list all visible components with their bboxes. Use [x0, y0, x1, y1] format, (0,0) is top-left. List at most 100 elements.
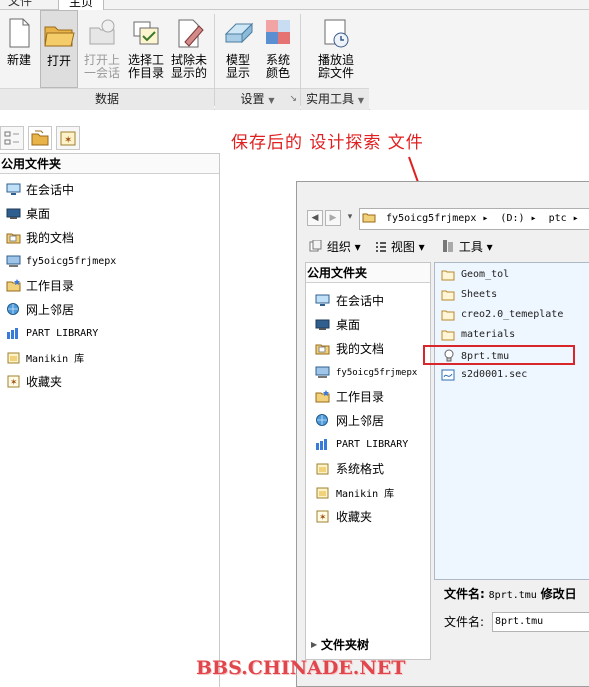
dialog-folder-part-library[interactable]: PART LIBRARY [306, 433, 430, 457]
dialog-folder-working-directory[interactable]: 工作目录 [306, 385, 430, 409]
file-list-item[interactable]: materials [435, 325, 589, 345]
dropdown-arrow-icon: ▼ [268, 96, 275, 105]
chevron-down-icon: ▾ [347, 212, 353, 222]
dialog-launcher-icon[interactable]: ↘ [289, 89, 297, 110]
dialog-folder-computer[interactable]: fy5oicg5frjmepx [306, 361, 430, 385]
documents-icon [315, 344, 330, 355]
open-button[interactable]: 打开 [40, 10, 78, 88]
forward-button[interactable]: ▶ [325, 210, 341, 226]
folder-browser-tab[interactable] [28, 126, 52, 150]
watermark: BBS.CHINADE.NET [196, 657, 406, 679]
file-list-item[interactable]: creo2.0_temeplate [435, 305, 589, 325]
folder-label: fy5oicg5frjmepx [26, 256, 117, 267]
desktop-icon [315, 319, 330, 330]
file-list-item-highlighted[interactable]: 8prt.tmu [423, 345, 575, 365]
sketch-file-icon [441, 369, 455, 381]
dialog-folder-favorites[interactable]: ✶ 收藏夹 [306, 505, 430, 529]
dialog-folder-system-formats[interactable]: 系统格式 [306, 457, 430, 481]
working-directory-icon [315, 390, 330, 403]
monitor-icon [6, 183, 21, 195]
folder-icon [316, 487, 329, 499]
favorites-icon: ✶ [316, 510, 329, 523]
dialog-common-folders-title: 公用文件夹 [306, 263, 430, 283]
dialog-folder-label: 在会话中 [336, 294, 385, 308]
folder-my-documents[interactable]: 我的文档 [0, 226, 219, 250]
model-tree-tab[interactable] [0, 126, 24, 150]
dialog-folder-desktop[interactable]: 桌面 [306, 313, 430, 337]
favorites-icon: ✶ [7, 375, 20, 388]
group-data-label: 数据 [94, 92, 119, 106]
dialog-folder-label: 工作目录 [336, 390, 385, 404]
folder-network[interactable]: 网上邻居 [0, 298, 219, 322]
system-colors-button[interactable]: 系统 颜色 [260, 10, 296, 88]
common-folders-title: 公用文件夹 [0, 154, 219, 174]
history-dropdown[interactable]: ▾ [343, 210, 357, 226]
file-open-dialog: ◀ ▶ ▾ fy5oicg5frjmepx ▸ (D:) ▸ ptc ▸ 组织 … [296, 181, 589, 687]
dialog-folder-label: Manikin 库 [336, 489, 395, 500]
menubar: 文件 主页 [0, 0, 589, 11]
new-label: 新建 [6, 53, 31, 67]
expand-triangle-icon: ▶ [311, 640, 318, 649]
erase-label-2: 显示的 [170, 66, 207, 80]
back-button[interactable]: ◀ [307, 210, 323, 226]
model-tree-icon [4, 131, 19, 145]
file-list: Geom_tol Sheets creo2.0_temeplate materi… [423, 262, 589, 580]
open-last-session-button[interactable]: 打开上 一会话 [82, 10, 122, 88]
folder-working-directory[interactable]: 工作目录 [0, 274, 219, 298]
file-menu-tab[interactable]: 文件 [0, 0, 40, 10]
play-trail-file-icon [324, 19, 349, 48]
breadcrumb[interactable]: fy5oicg5frjmepx ▸ (D:) ▸ ptc ▸ [359, 208, 589, 230]
filename-label: 文件名: [444, 587, 485, 601]
favorites-tab-icon: ✶ [60, 131, 76, 146]
folder-part-library[interactable]: PART LIBRARY [0, 322, 219, 346]
model-display-button[interactable]: 模型 显示 [220, 10, 256, 88]
network-icon [7, 303, 19, 315]
file-list-item[interactable]: Sheets [435, 285, 589, 305]
dialog-folder-network[interactable]: 网上邻居 [306, 409, 430, 433]
folder-tree-toggle[interactable]: ▶ 文件夹树 [305, 634, 431, 656]
dialog-folder-manikin-library[interactable]: Manikin 库 [306, 481, 430, 505]
views-icon [376, 242, 386, 252]
file-list-item[interactable]: Geom_tol [435, 265, 589, 285]
dialog-folder-label: PART LIBRARY [336, 439, 409, 450]
folder-in-session[interactable]: 在会话中 [0, 178, 219, 202]
new-button[interactable]: 新建 [2, 10, 36, 88]
group-settings-label: 设置 [240, 92, 265, 106]
dialog-folder-my-documents[interactable]: 我的文档 [306, 337, 430, 361]
dialog-folder-label: 桌面 [336, 318, 361, 332]
folder-desktop[interactable]: 桌面 [0, 202, 219, 226]
organize-menu[interactable]: 组织 ▾ [309, 236, 361, 258]
group-settings[interactable]: 设置 ▼ ↘ [215, 88, 300, 110]
erase-not-displayed-button[interactable]: 拭除未 显示的 [168, 10, 210, 88]
folder-computer[interactable]: fy5oicg5frjmepx [0, 250, 219, 274]
group-utilities[interactable]: 实用工具 ▼ [301, 88, 369, 110]
views-menu[interactable]: 视图 ▾ [375, 236, 425, 258]
folder-manikin-library[interactable]: Manikin 库 [0, 346, 219, 370]
tools-label: 工具 [458, 240, 483, 254]
file-list-item[interactable]: s2d0001.sec [435, 365, 589, 385]
svg-text:✶: ✶ [319, 513, 327, 523]
documents-icon [6, 233, 21, 244]
system-colors-label-2: 颜色 [265, 66, 290, 80]
file-name: Sheets [461, 289, 498, 300]
navigator-tabs: ✶ [0, 124, 220, 152]
ribbon-empty-area [370, 88, 589, 110]
folder-tree-label: 文件夹树 [321, 638, 370, 652]
folder-icon [362, 213, 376, 223]
dialog-folder-label: 系统格式 [336, 462, 385, 476]
favorites-tab[interactable]: ✶ [56, 126, 80, 150]
breadcrumb-item[interactable]: fy5oicg5frjmepx ▸ [386, 213, 488, 224]
play-trail-file-button[interactable]: 播放追 踪文件 [314, 10, 358, 88]
breadcrumb-item[interactable]: ptc ▸ [549, 213, 579, 224]
select-working-directory-button[interactable]: 选择工 作目录 [126, 10, 166, 88]
folder-icon [441, 290, 455, 301]
filename-input[interactable]: 8prt.tmu [492, 612, 589, 632]
model-display-label-2: 显示 [225, 66, 250, 80]
folder-label: PART LIBRARY [26, 328, 99, 339]
folder-label: 收藏夹 [26, 375, 63, 389]
folder-favorites[interactable]: ✶ 收藏夹 [0, 370, 219, 394]
tools-menu[interactable]: 工具 ▾ [441, 236, 493, 258]
working-directory-icon [6, 279, 21, 292]
dialog-folder-in-session[interactable]: 在会话中 [306, 289, 430, 313]
breadcrumb-item[interactable]: (D:) ▸ [500, 213, 536, 224]
